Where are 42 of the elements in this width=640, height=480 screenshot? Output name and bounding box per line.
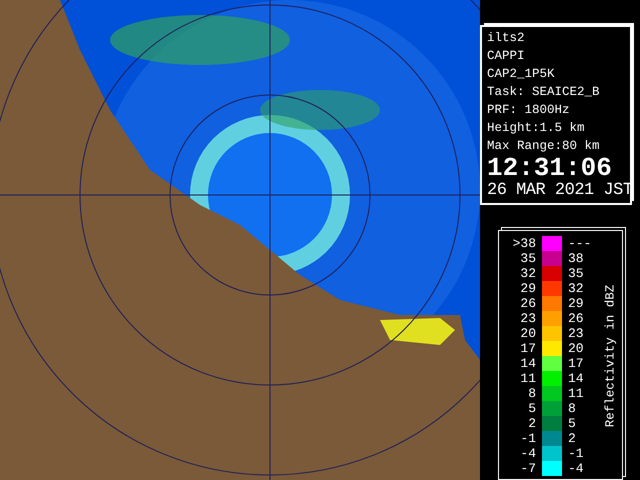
legend-value: 11: [568, 386, 585, 401]
legend-title: Reflectivity in dBZ: [603, 284, 617, 427]
legend-value: 35: [519, 251, 536, 266]
info-text: CAP2_1P5K: [487, 66, 556, 83]
legend-value: 35: [568, 266, 585, 281]
legend-value: 26: [568, 311, 585, 326]
legend-value: 32: [519, 266, 536, 281]
legend-value: 20: [568, 341, 585, 356]
legend-value: -7: [519, 461, 536, 476]
legend-value: 17: [568, 356, 585, 371]
info-text: CAPPI: [487, 48, 526, 65]
info-text: Max Range:80 km: [487, 138, 601, 155]
info-text: Task: SEAICE2_B: [487, 84, 601, 101]
legend-value: -1: [519, 431, 536, 446]
legend-value: 14: [519, 356, 536, 371]
legend-value: 29: [519, 281, 536, 296]
legend-value: 5: [568, 416, 577, 431]
legend-value: 5: [527, 401, 536, 416]
legend-value: 29: [568, 296, 585, 311]
info-text: Height:1.5 km: [487, 120, 586, 137]
legend-value: 23: [568, 326, 585, 341]
legend-value: -1: [568, 446, 585, 461]
legend-value: 32: [568, 281, 585, 296]
legend-value: 38: [568, 251, 585, 266]
legend-value: 14: [568, 371, 585, 386]
legend-value: 2: [568, 431, 577, 446]
legend-value: 8: [568, 401, 577, 416]
legend-value: -4: [568, 461, 585, 476]
time-text: 12:31:06: [487, 155, 612, 181]
legend-value: 11: [519, 371, 536, 386]
legend-value: >38: [512, 236, 536, 251]
info-text: PRF: 1800Hz: [487, 102, 571, 119]
info-text: ilts2: [487, 30, 526, 47]
legend-value: 2: [527, 416, 536, 431]
legend-value: 20: [519, 326, 536, 341]
legend-value: 26: [519, 296, 536, 311]
legend-value: 17: [519, 341, 536, 356]
legend-value: ---: [568, 236, 592, 251]
date-text: 26 MAR 2021 JST: [487, 181, 628, 201]
legend-value: 8: [527, 386, 536, 401]
legend-value: -4: [519, 446, 536, 461]
legend-value: 23: [519, 311, 536, 326]
